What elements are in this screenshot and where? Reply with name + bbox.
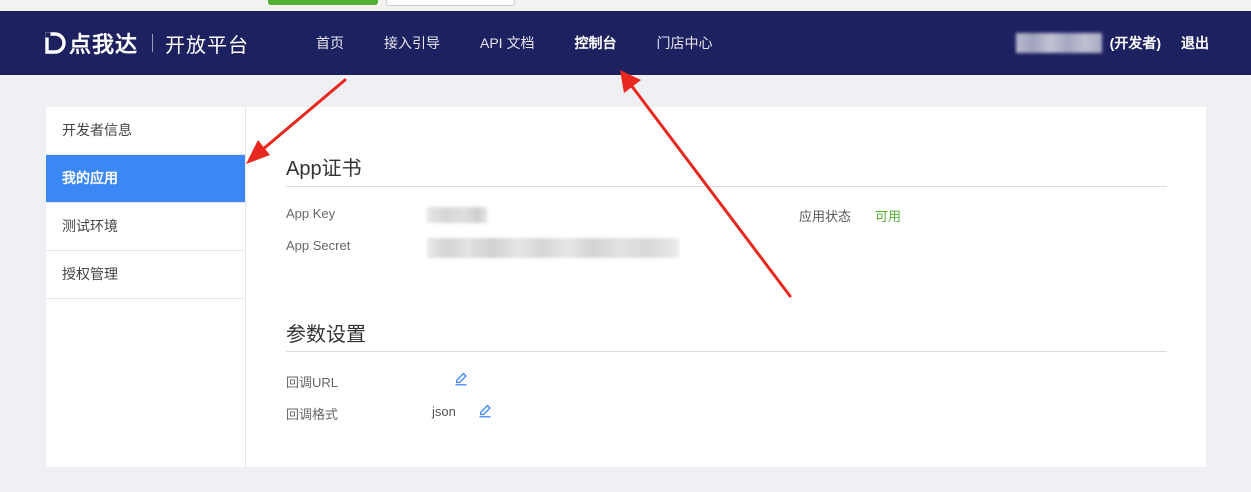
callback-format-value: json [432,404,456,419]
callback-format-label: 回调格式 [286,407,339,422]
sidebar-item-authorization[interactable]: 授权管理 [46,251,245,299]
user-name-redacted [1015,33,1102,53]
logo-divider [152,34,154,52]
top-green-button[interactable] [268,0,378,5]
main-nav: 首页 接入引导 API 文档 控制台 门店中心 [316,11,752,75]
logo[interactable]: 点我达 开放平台 [44,29,249,57]
nav-console[interactable]: 控制台 [574,33,616,53]
user-area: (开发者) 退出 [1015,11,1209,75]
top-white-button[interactable] [386,0,515,6]
nav-api-docs[interactable]: API 文档 [480,33,534,53]
user-role: (开发者) [1109,35,1161,51]
platform-name: 开放平台 [165,34,250,57]
params-divider [286,351,1167,352]
app-key-redacted [427,207,487,223]
app-cert-divider [286,186,1167,187]
nav-store-center[interactable]: 门店中心 [656,33,712,53]
main-panel: App证书 App Key App Secret 应用状态 可用 参数设置 回调… [246,107,1206,467]
brand-name: 点我达 [69,32,139,57]
edit-callback-url-pencil-icon[interactable] [454,372,468,386]
sidebar-item-my-apps[interactable]: 我的应用 [46,155,245,203]
sidebar-item-test-env[interactable]: 测试环境 [46,203,245,251]
app-status-value: 可用 [875,209,902,224]
callback-url-label: 回调URL [286,375,339,390]
sidebar: 开发者信息 我的应用 测试环境 授权管理 [46,107,246,467]
app-secret-label: App Secret [286,238,351,253]
edit-callback-format-pencil-icon[interactable] [478,404,492,418]
nav-home[interactable]: 首页 [316,33,344,53]
app-key-label: App Key [286,206,336,221]
nav-integration-guide[interactable]: 接入引导 [384,33,440,53]
browser-top-strip [0,0,1251,11]
top-header: 点我达 开放平台 首页 接入引导 API 文档 控制台 门店中心 (开发者) 退… [0,11,1251,75]
dianwoda-logo-mark-icon [45,32,66,54]
params-title: 参数设置 [286,324,366,346]
app-status-label: 应用状态 [799,209,852,224]
logout-link[interactable]: 退出 [1181,33,1209,53]
sidebar-item-developer-info[interactable]: 开发者信息 [46,107,245,155]
app-cert-title: App证书 [286,158,362,180]
app-secret-redacted [427,238,679,258]
